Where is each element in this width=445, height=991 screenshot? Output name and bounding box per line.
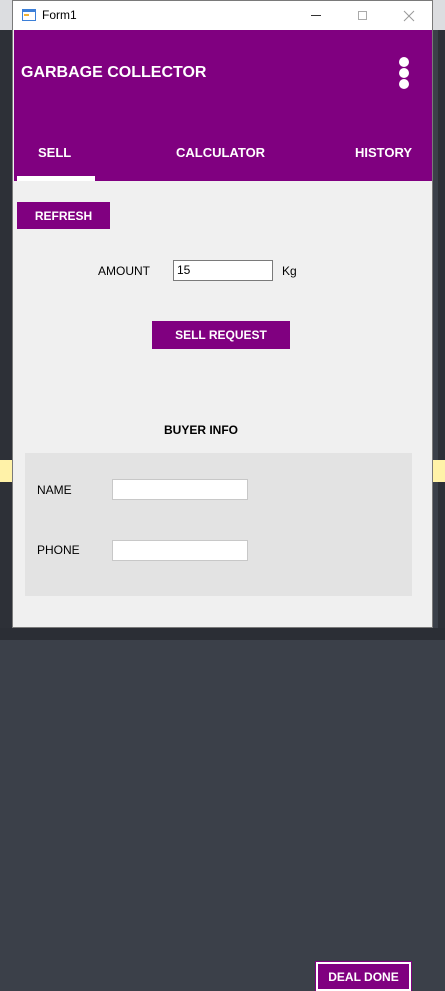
app-icon — [22, 9, 36, 21]
window-title: Form1 — [42, 8, 77, 22]
background-ide-right — [438, 30, 445, 630]
refresh-button[interactable]: REFRESH — [17, 202, 110, 229]
close-icon — [403, 10, 415, 21]
background-ide-bottom — [0, 628, 445, 640]
buyer-info-title: BUYER INFO — [164, 423, 239, 437]
name-label: NAME — [37, 483, 72, 497]
buyer-info-panel: NAME PHONE DEAL DONE — [25, 453, 412, 991]
app-header: GARBAGE COLLECTOR SELL CALCULATOR HISTOR… — [14, 30, 432, 181]
maximize-button[interactable] — [339, 1, 385, 30]
form-window: Form1 GARBAGE COLLECTOR SELL CALCULATOR … — [12, 0, 433, 991]
close-button[interactable] — [386, 1, 432, 30]
background-highlight-right — [433, 460, 445, 482]
tab-calculator[interactable]: CALCULATOR — [176, 145, 265, 160]
background-ide-left — [0, 30, 12, 630]
selected-tab-indicator — [17, 176, 95, 181]
amount-input[interactable]: 15 — [173, 260, 273, 281]
unit-label: Kg — [282, 264, 297, 278]
minimize-button[interactable] — [293, 1, 339, 30]
phone-input[interactable] — [112, 540, 248, 561]
title-bar[interactable]: Form1 — [13, 1, 432, 30]
sell-request-button[interactable]: SELL REQUEST — [152, 321, 290, 349]
app-title: GARBAGE COLLECTOR — [21, 64, 207, 81]
background-highlight-left — [0, 460, 12, 482]
minimize-icon — [311, 15, 321, 16]
maximize-icon — [357, 11, 367, 20]
deal-done-button[interactable]: DEAL DONE — [315, 961, 412, 991]
name-input[interactable] — [112, 479, 248, 500]
amount-label: AMOUNT — [98, 264, 150, 278]
more-vertical-icon[interactable] — [399, 57, 411, 89]
phone-label: PHONE — [37, 543, 80, 557]
tab-sell[interactable]: SELL — [38, 145, 71, 160]
tab-history[interactable]: HISTORY — [355, 145, 412, 160]
